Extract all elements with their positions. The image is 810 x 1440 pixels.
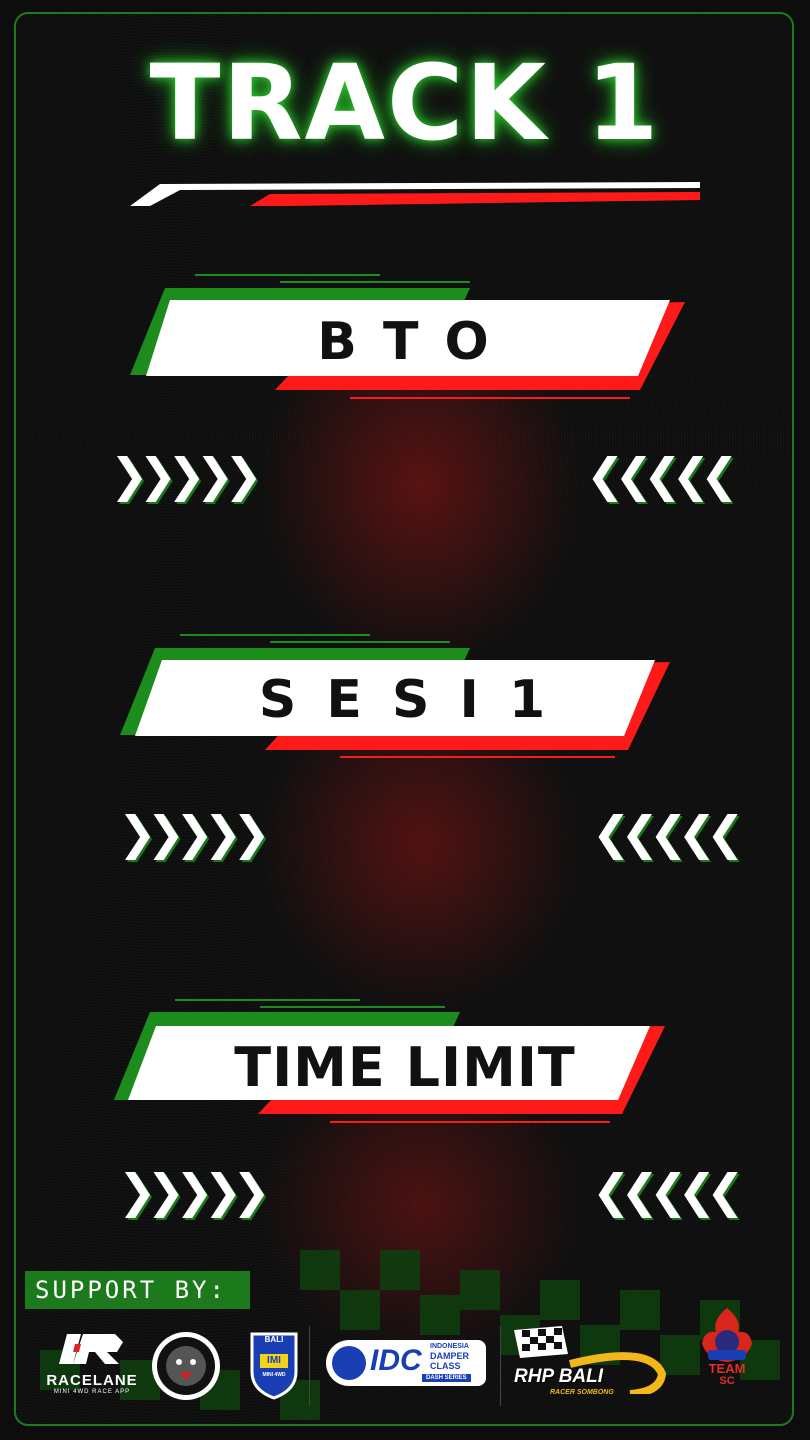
- chevrons-right-1: ❯❯❯❯❯: [110, 448, 263, 502]
- rhp-bali-tagline: RACER SOMBONG: [550, 1389, 614, 1396]
- team-sc-line2: SC: [719, 1375, 735, 1387]
- page-title: TRACK 1: [149, 42, 661, 164]
- chevrons-right-3: ❯❯❯❯❯: [118, 1164, 271, 1218]
- racelane-name: RACELANE: [46, 1372, 138, 1389]
- banner-time-limit-label: TIME LIMIT: [234, 1036, 576, 1099]
- chevrons-left-3: ❮❮❮❮❮: [592, 1164, 745, 1218]
- banner-bto-label: B T O: [317, 312, 493, 372]
- flame-mascot-icon: [702, 1308, 752, 1362]
- rhp-bali-logo: RHP BALI RACER SOMBONG: [510, 1326, 670, 1398]
- chevrons-right-2: ❯❯❯❯❯: [118, 806, 271, 860]
- tiger-seal-logo: [152, 1332, 220, 1400]
- chevrons-left-1: ❮❮❮❮❮: [586, 448, 739, 502]
- idc-badge-icon: [332, 1346, 366, 1380]
- idc-line4: DASH SERIES: [422, 1374, 471, 1382]
- idc-line2: DAMPER: [430, 1351, 470, 1361]
- logo-divider-2: [500, 1326, 501, 1406]
- idc-line1: INDONESIA: [430, 1343, 469, 1350]
- idc-mark: IDC: [370, 1344, 422, 1377]
- bali-imi-logo: BALI IMI MINI 4WD: [248, 1328, 300, 1400]
- team-sc-logo: TEAM SC: [694, 1306, 760, 1398]
- team-sc-line1: TEAM: [708, 1361, 746, 1376]
- logo-divider: [309, 1326, 310, 1406]
- racelane-r-icon: [59, 1334, 123, 1364]
- support-by-label: SUPPORT BY:: [25, 1271, 250, 1309]
- title-underline-stripe: [130, 182, 700, 206]
- banner-sesi-label: S E S I 1: [258, 670, 552, 730]
- racelane-tagline: MINI 4WD RACE APP: [53, 1389, 131, 1395]
- bali-imi-top-text: BALI: [264, 1335, 284, 1344]
- rhp-bali-name: RHP BALI: [514, 1366, 604, 1387]
- bali-imi-bottom-text: MINI 4WD: [262, 1372, 286, 1378]
- bali-imi-mid-text: IMI: [267, 1355, 281, 1366]
- chevrons-left-2: ❮❮❮❮❮: [592, 806, 745, 860]
- idc-logo: IDC INDONESIA DAMPER CLASS DASH SERIES: [326, 1340, 486, 1386]
- idc-line3: CLASS: [430, 1361, 461, 1371]
- racelane-logo: RACELANE MINI 4WD RACE APP: [44, 1330, 140, 1395]
